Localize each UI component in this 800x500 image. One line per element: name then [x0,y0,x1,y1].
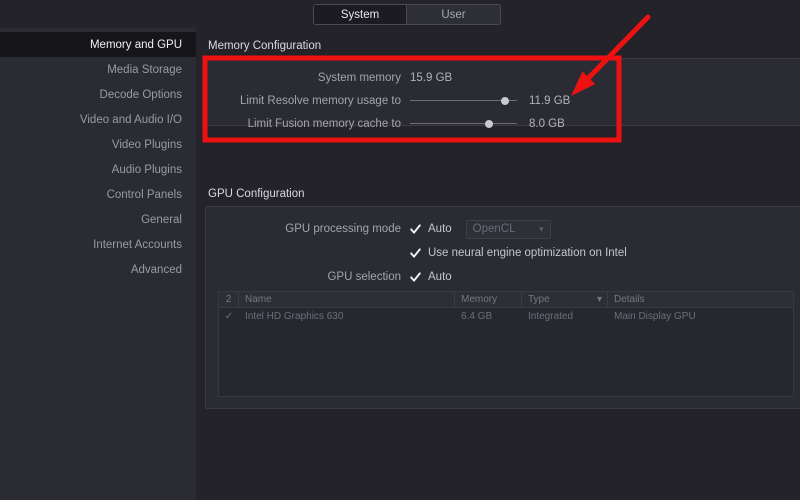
sidebar-item-label: Media Storage [107,63,182,76]
row-gpu-memory: 6.4 GB [461,310,493,322]
gpu-processing-mode-label: GPU processing mode [285,223,401,235]
settings-sidebar: Memory and GPU Media Storage Decode Opti… [0,28,196,500]
system-memory-row: System memory 15.9 GB [206,66,800,89]
row-gpu-type: Integrated [528,310,574,322]
sidebar-item-media-storage[interactable]: Media Storage [0,57,196,82]
gpu-api-dropdown[interactable]: OpenCL ▾ [465,219,551,239]
memory-configuration-panel: System memory 15.9 GB Limit Resolve memo… [205,58,800,130]
row-gpu-name: Intel HD Graphics 630 [245,310,344,322]
gpu-api-dropdown-value: OpenCL [472,223,516,235]
slider-track [410,122,517,124]
resolve-memory-limit-row: Limit Resolve memory usage to 11.9 GB [206,89,800,112]
settings-content-pane: Memory Configuration System memory 15.9 … [196,28,800,500]
column-header-type-label: Type [528,294,550,305]
gpu-selection-label: GPU selection [327,271,401,283]
gpu-processing-auto-label[interactable]: Auto [428,223,452,235]
sidebar-item-decode-options[interactable]: Decode Options [0,82,196,107]
sidebar-item-label: Video and Audio I/O [79,113,182,126]
fusion-memory-cache-value: 8.0 GB [529,117,565,130]
column-header-memory[interactable]: Memory [455,292,522,307]
chevron-down-icon: ▾ [596,294,602,305]
chevron-down-icon: ▾ [539,223,544,234]
sidebar-item-video-and-audio-io[interactable]: Video and Audio I/O [0,107,196,132]
gpu-selection-auto-label[interactable]: Auto [428,271,452,283]
system-memory-value: 15.9 GB [410,71,453,84]
gpu-list-table: 2 Name Memory Type ▾ Details ✓ Intel HD … [218,291,794,397]
sidebar-item-label: Audio Plugins [111,163,182,176]
sidebar-item-label: Memory and GPU [89,38,182,51]
fusion-memory-cache-label: Limit Fusion memory cache to [247,117,401,130]
column-header-type[interactable]: Type ▾ [522,292,608,307]
resolve-memory-limit-label: Limit Resolve memory usage to [239,94,401,107]
sidebar-item-memory-and-gpu[interactable]: Memory and GPU [0,32,196,57]
sidebar-item-audio-plugins[interactable]: Audio Plugins [0,157,196,182]
table-header-row: 2 Name Memory Type ▾ Details [219,292,793,308]
sidebar-item-label: Control Panels [106,188,182,201]
preferences-tabbar: System User [0,0,800,28]
gpu-selection-row: GPU selection Auto [206,265,800,289]
gpu-configuration-panel: GPU processing mode Auto OpenCL ▾ Use ne… [205,206,800,409]
column-header-details[interactable]: Details [608,292,793,307]
gpu-configuration-title: GPU Configuration [208,188,305,200]
sidebar-item-video-plugins[interactable]: Video Plugins [0,132,196,157]
sidebar-item-general[interactable]: General [0,207,196,232]
sidebar-item-label: General [141,213,182,226]
table-row[interactable]: ✓ Intel HD Graphics 630 6.4 GB Integrate… [219,308,793,324]
sidebar-item-label: Decode Options [99,88,182,101]
row-checkmark-icon[interactable]: ✓ [219,311,239,322]
tab-user[interactable]: User [407,5,500,24]
gpu-processing-mode-row: GPU processing mode Auto OpenCL ▾ [206,217,800,241]
slider-knob[interactable] [501,96,510,105]
sidebar-item-label: Internet Accounts [93,238,182,251]
sidebar-item-control-panels[interactable]: Control Panels [0,182,196,207]
checkmark-icon[interactable] [410,271,421,283]
checkmark-icon[interactable] [410,247,421,259]
tab-system[interactable]: System [314,5,407,24]
checkmark-icon[interactable] [410,223,421,235]
neural-engine-row: Use neural engine optimization on Intel [206,241,800,265]
row-gpu-details: Main Display GPU [614,310,696,322]
resolve-memory-limit-value: 11.9 GB [529,94,571,107]
fusion-memory-slider[interactable] [410,117,517,131]
sidebar-item-advanced[interactable]: Advanced [0,257,196,282]
column-header-count[interactable]: 2 [219,292,239,307]
column-header-name[interactable]: Name [239,292,455,307]
system-memory-label: System memory [317,71,401,84]
resolve-memory-slider[interactable] [410,94,517,108]
neural-engine-label[interactable]: Use neural engine optimization on Intel [428,247,627,259]
sidebar-item-label: Advanced [130,263,182,276]
davinci-resolve-preferences-window: System User Memory and GPU Media Storage… [0,0,800,500]
memory-configuration-title: Memory Configuration [208,40,322,52]
slider-knob[interactable] [485,119,494,128]
sidebar-item-label: Video Plugins [111,138,182,151]
sidebar-item-internet-accounts[interactable]: Internet Accounts [0,232,196,257]
tab-group: System User [313,4,501,25]
fusion-memory-cache-row: Limit Fusion memory cache to 8.0 GB [206,112,800,135]
